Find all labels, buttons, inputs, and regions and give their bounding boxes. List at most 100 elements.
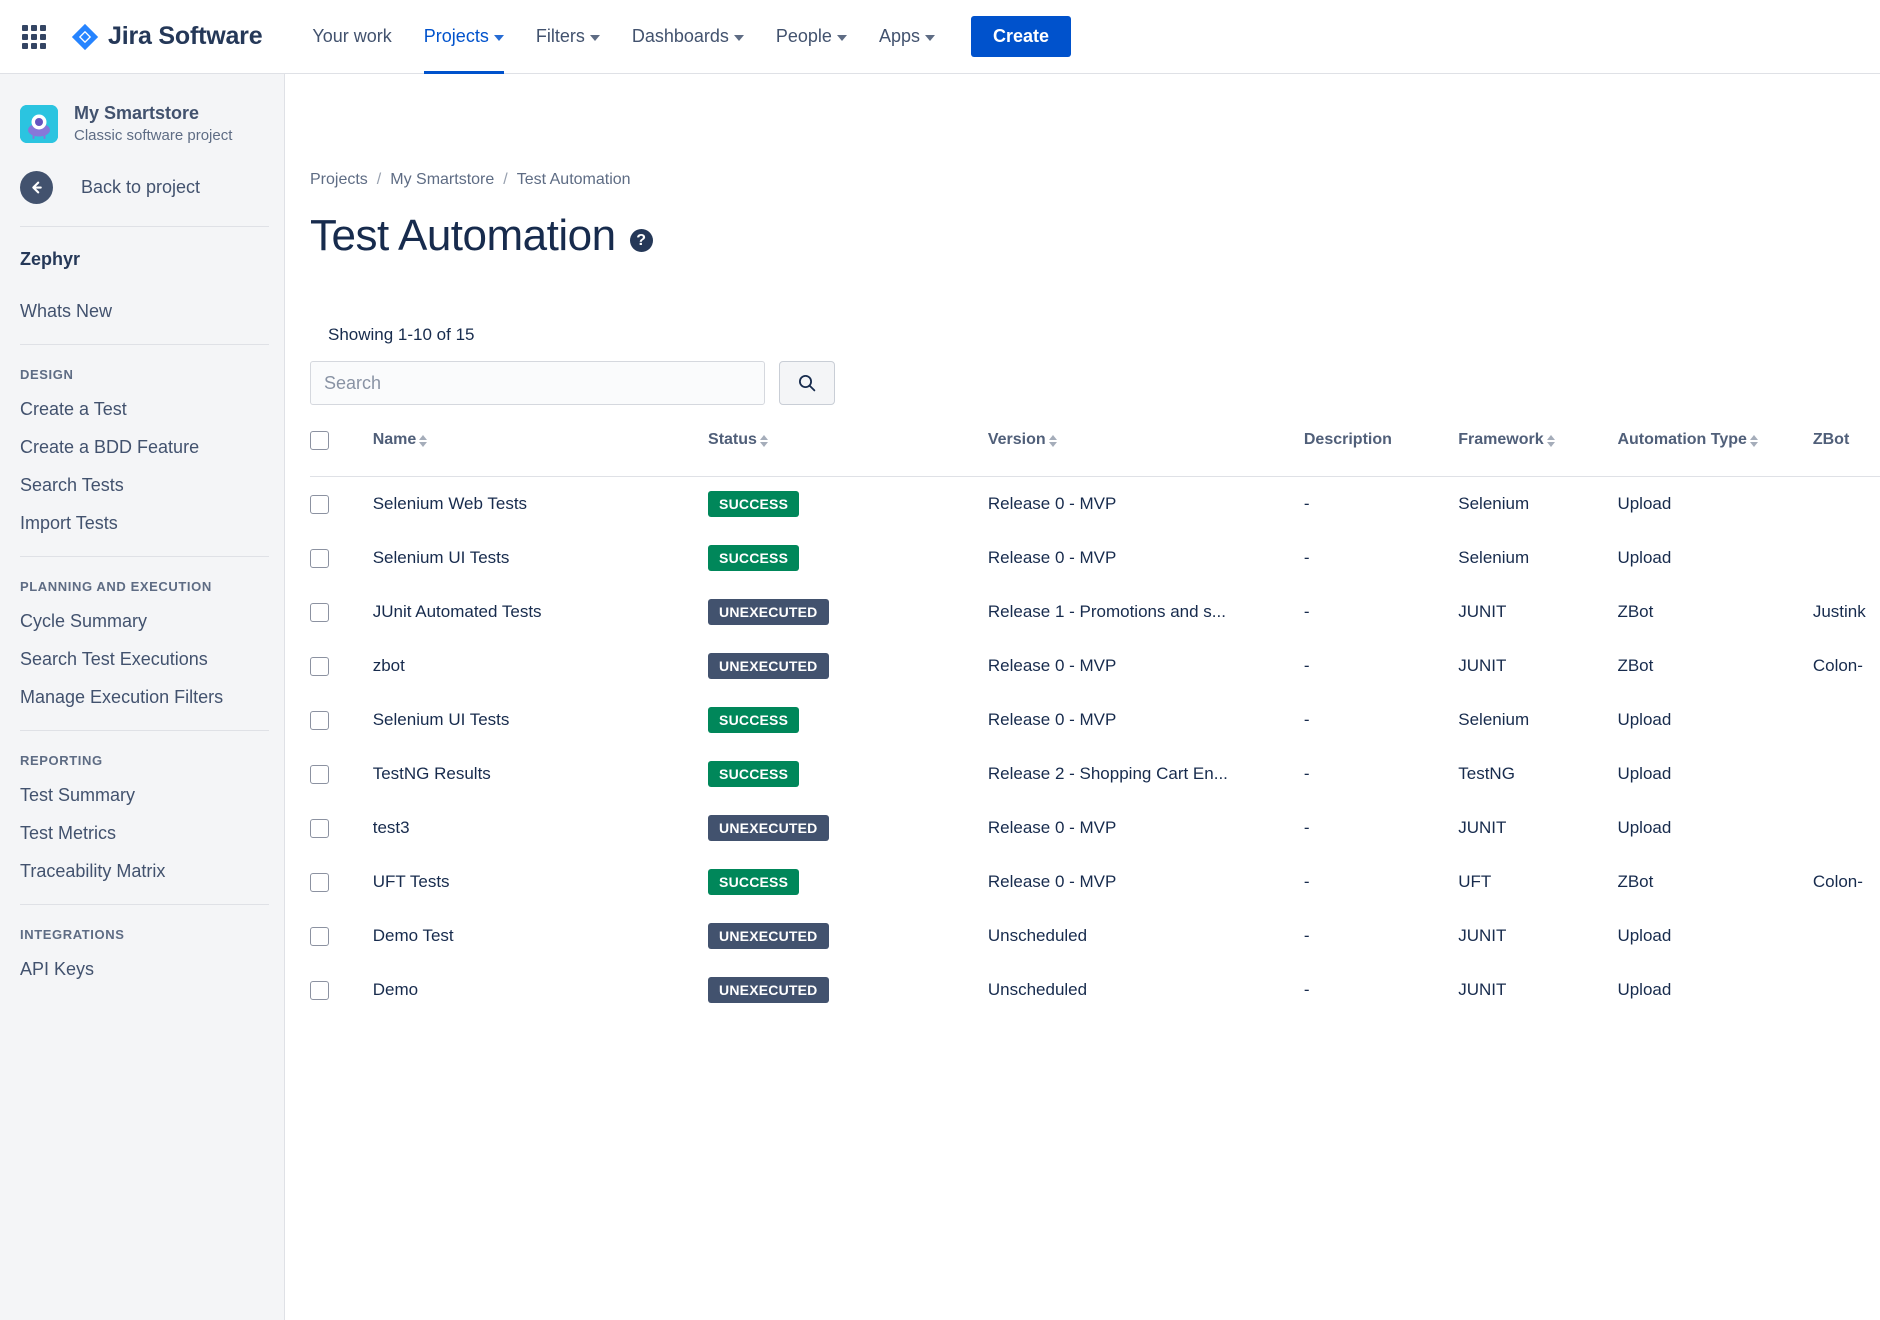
sidebar-item-zephyr[interactable]: Zephyr (0, 227, 284, 270)
sort-automation-type-button[interactable]: Automation Type (1617, 431, 1757, 449)
cell-framework: TestNG (1458, 747, 1617, 801)
th-label: Version (988, 431, 1046, 449)
row-checkbox[interactable] (310, 657, 329, 676)
th-label: Automation Type (1617, 431, 1746, 449)
sort-name-button[interactable]: Name (373, 431, 428, 449)
cell-name[interactable]: test3 (373, 801, 708, 855)
sidebar-section-integrations: INTEGRATIONS (0, 905, 284, 942)
cell-automation-type: Upload (1617, 909, 1812, 963)
cell-name[interactable]: zbot (373, 639, 708, 693)
cell-description: - (1304, 747, 1458, 801)
sidebar-item-api-keys[interactable]: API Keys (0, 942, 284, 980)
help-question-icon[interactable]: ? (630, 229, 653, 252)
cell-name[interactable]: Selenium Web Tests (373, 477, 708, 532)
row-checkbox[interactable] (310, 603, 329, 622)
nav-item-your-work[interactable]: Your work (296, 0, 407, 74)
sidebar-item-cycle-summary[interactable]: Cycle Summary (0, 594, 284, 632)
row-checkbox[interactable] (310, 765, 329, 784)
breadcrumb-item-test-automation[interactable]: Test Automation (517, 171, 631, 189)
row-checkbox[interactable] (310, 711, 329, 730)
cell-zbot (1813, 963, 1880, 1017)
sort-arrows-icon (1547, 435, 1555, 447)
th-framework: Framework (1458, 431, 1617, 477)
cell-status: UNEXECUTED (708, 801, 988, 855)
cell-select (310, 855, 373, 909)
row-checkbox[interactable] (310, 819, 329, 838)
cell-version: Release 0 - MVP (988, 477, 1304, 532)
table-row[interactable]: DemoUNEXECUTEDUnscheduled-JUNITUpload (310, 963, 1880, 1017)
table-row[interactable]: zbotUNEXECUTEDRelease 0 - MVP-JUNITZBotC… (310, 639, 1880, 693)
row-checkbox[interactable] (310, 927, 329, 946)
sidebar-item-test-summary[interactable]: Test Summary (0, 768, 284, 806)
cell-description: - (1304, 693, 1458, 747)
sidebar-item-whats-new[interactable]: Whats New (0, 284, 284, 322)
nav-label: Your work (312, 26, 391, 47)
table-row[interactable]: Selenium UI TestsSUCCESSRelease 0 - MVP-… (310, 693, 1880, 747)
cell-name[interactable]: Demo Test (373, 909, 708, 963)
sidebar-item-search-tests[interactable]: Search Tests (0, 458, 284, 496)
project-header[interactable]: My Smartstore Classic software project (0, 74, 284, 145)
row-checkbox[interactable] (310, 873, 329, 892)
sidebar-item-create-a-test[interactable]: Create a Test (0, 382, 284, 420)
sort-version-button[interactable]: Version (988, 431, 1057, 449)
cell-version: Release 1 - Promotions and s... (988, 585, 1304, 639)
cell-status: SUCCESS (708, 477, 988, 532)
jira-brand-link[interactable]: Jira Software (70, 22, 262, 52)
cell-version: Unscheduled (988, 963, 1304, 1017)
cell-framework: JUNIT (1458, 639, 1617, 693)
grid-apps-icon[interactable] (20, 23, 48, 51)
sidebar-item-import-tests[interactable]: Import Tests (0, 496, 284, 534)
cell-name[interactable]: JUnit Automated Tests (373, 585, 708, 639)
sidebar-section-planning-and-execution: PLANNING AND EXECUTION (0, 557, 284, 594)
cell-automation-type: ZBot (1617, 855, 1812, 909)
th-label: Framework (1458, 431, 1543, 449)
breadcrumb-item-projects[interactable]: Projects (310, 171, 368, 189)
sort-status-button[interactable]: Status (708, 431, 768, 449)
select-all-checkbox[interactable] (310, 431, 329, 450)
sort-framework-button[interactable]: Framework (1458, 431, 1554, 449)
nav-item-dashboards[interactable]: Dashboards (616, 0, 760, 74)
search-submit-button[interactable] (779, 361, 835, 405)
primary-nav: Your work Projects Filters Dashboards Pe… (296, 0, 1071, 74)
table-header-row: Name Status Version (310, 431, 1880, 477)
back-to-project-button[interactable]: Back to project (0, 145, 284, 204)
table-row[interactable]: Demo TestUNEXECUTEDUnscheduled-JUNITUplo… (310, 909, 1880, 963)
row-checkbox[interactable] (310, 981, 329, 1000)
cell-select (310, 909, 373, 963)
cell-zbot: Colon- (1813, 855, 1880, 909)
arrow-left-circle-icon (20, 171, 53, 204)
table-row[interactable]: Selenium Web TestsSUCCESSRelease 0 - MVP… (310, 477, 1880, 532)
cell-name[interactable]: Selenium UI Tests (373, 693, 708, 747)
sidebar-item-manage-execution-filters[interactable]: Manage Execution Filters (0, 670, 284, 708)
nav-item-people[interactable]: People (760, 0, 863, 74)
cell-name[interactable]: TestNG Results (373, 747, 708, 801)
cell-automation-type: Upload (1617, 477, 1812, 532)
cell-name[interactable]: Demo (373, 963, 708, 1017)
breadcrumb-item-my-smartstore[interactable]: My Smartstore (390, 171, 494, 189)
cell-automation-type: Upload (1617, 963, 1812, 1017)
search-icon (797, 373, 817, 393)
table-row[interactable]: Selenium UI TestsSUCCESSRelease 0 - MVP-… (310, 531, 1880, 585)
table-row[interactable]: JUnit Automated TestsUNEXECUTEDRelease 1… (310, 585, 1880, 639)
table-row[interactable]: TestNG ResultsSUCCESSRelease 2 - Shoppin… (310, 747, 1880, 801)
nav-item-projects[interactable]: Projects (408, 0, 520, 74)
cell-name[interactable]: Selenium UI Tests (373, 531, 708, 585)
create-button[interactable]: Create (971, 16, 1071, 57)
table-row[interactable]: UFT TestsSUCCESSRelease 0 - MVP-UFTZBotC… (310, 855, 1880, 909)
search-input[interactable] (310, 361, 765, 405)
table-row[interactable]: test3UNEXECUTEDRelease 0 - MVP-JUNITUplo… (310, 801, 1880, 855)
cell-name[interactable]: UFT Tests (373, 855, 708, 909)
row-checkbox[interactable] (310, 549, 329, 568)
sort-arrows-icon (760, 435, 768, 447)
nav-item-apps[interactable]: Apps (863, 0, 951, 74)
table-body: Selenium Web TestsSUCCESSRelease 0 - MVP… (310, 477, 1880, 1018)
sidebar-item-create-a-bdd-feature[interactable]: Create a BDD Feature (0, 420, 284, 458)
back-to-project-label: Back to project (81, 177, 200, 198)
sidebar-item-search-test-executions[interactable]: Search Test Executions (0, 632, 284, 670)
sidebar-item-traceability-matrix[interactable]: Traceability Matrix (0, 844, 284, 882)
cell-status: SUCCESS (708, 855, 988, 909)
nav-item-filters[interactable]: Filters (520, 0, 616, 74)
sidebar-item-test-metrics[interactable]: Test Metrics (0, 806, 284, 844)
row-checkbox[interactable] (310, 495, 329, 514)
cell-framework: Selenium (1458, 693, 1617, 747)
